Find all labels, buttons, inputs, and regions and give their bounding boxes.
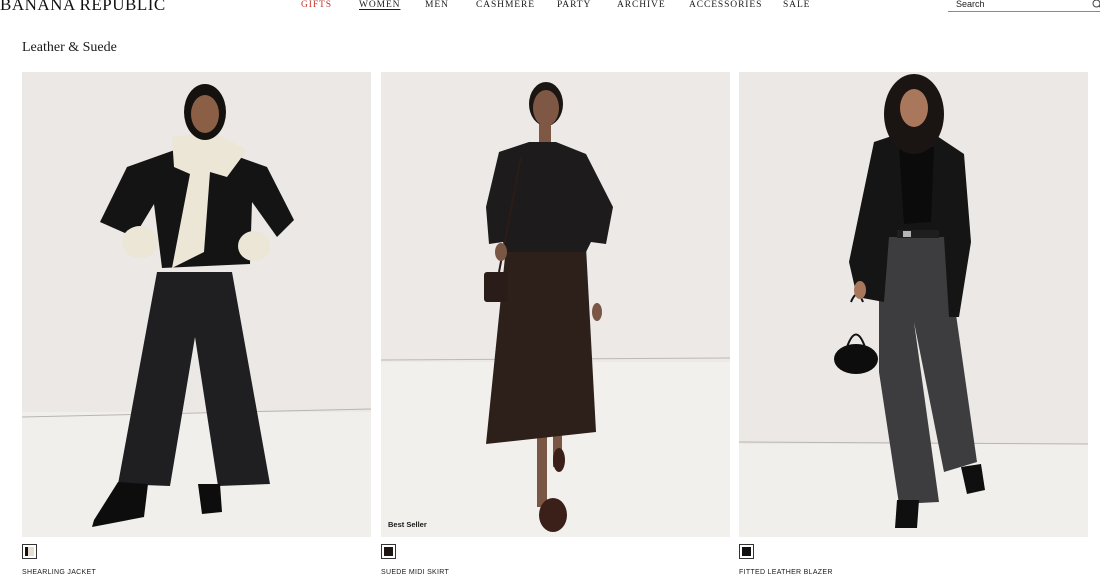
site-header: BANANA REPUBLIC GIFTS WOMEN MEN CASHMERE… bbox=[0, 0, 1100, 14]
nav-item-women[interactable]: WOMEN bbox=[359, 0, 400, 11]
product-card: FITTED LEATHER BLAZER bbox=[739, 72, 1088, 576]
swatch-color bbox=[742, 547, 751, 556]
color-swatch[interactable] bbox=[381, 544, 396, 559]
model-photo-fitted-leather-blazer bbox=[739, 72, 1088, 537]
swatch-color bbox=[25, 547, 34, 556]
nav-item-men[interactable]: MEN bbox=[425, 0, 449, 11]
product-image[interactable]: Best Seller bbox=[381, 72, 730, 537]
product-name[interactable]: SHEARLING JACKET bbox=[22, 569, 96, 576]
search-input[interactable] bbox=[956, 0, 1086, 10]
model-photo-suede-midi-skirt bbox=[381, 72, 730, 537]
product-name[interactable]: SUEDE MIDI SKIRT bbox=[381, 569, 449, 576]
product-image[interactable] bbox=[22, 72, 371, 537]
page-title: Leather & Suede bbox=[22, 40, 117, 55]
best-seller-badge: Best Seller bbox=[388, 520, 427, 529]
product-name[interactable]: FITTED LEATHER BLAZER bbox=[739, 569, 833, 576]
nav-item-gifts[interactable]: GIFTS bbox=[301, 0, 332, 11]
color-swatch[interactable] bbox=[22, 544, 37, 559]
color-swatch[interactable] bbox=[739, 544, 754, 559]
brand-logo[interactable]: BANANA REPUBLIC bbox=[0, 0, 166, 15]
product-card: SHEARLING JACKET bbox=[22, 72, 371, 576]
model-photo-shearling-jacket bbox=[22, 72, 371, 537]
nav-item-cashmere[interactable]: CASHMERE bbox=[476, 0, 535, 11]
search-field[interactable] bbox=[948, 0, 1100, 12]
nav-item-archive[interactable]: ARCHIVE bbox=[617, 0, 666, 11]
search-icon[interactable] bbox=[1092, 0, 1100, 11]
swatch-color bbox=[384, 547, 393, 556]
product-image[interactable] bbox=[739, 72, 1088, 537]
nav-item-sale[interactable]: SALE bbox=[783, 0, 810, 11]
product-card: Best Seller SUEDE MIDI SKIRT bbox=[381, 72, 730, 576]
nav-item-party[interactable]: PARTY bbox=[557, 0, 591, 11]
nav-item-accessories[interactable]: ACCESSORIES bbox=[689, 0, 762, 11]
